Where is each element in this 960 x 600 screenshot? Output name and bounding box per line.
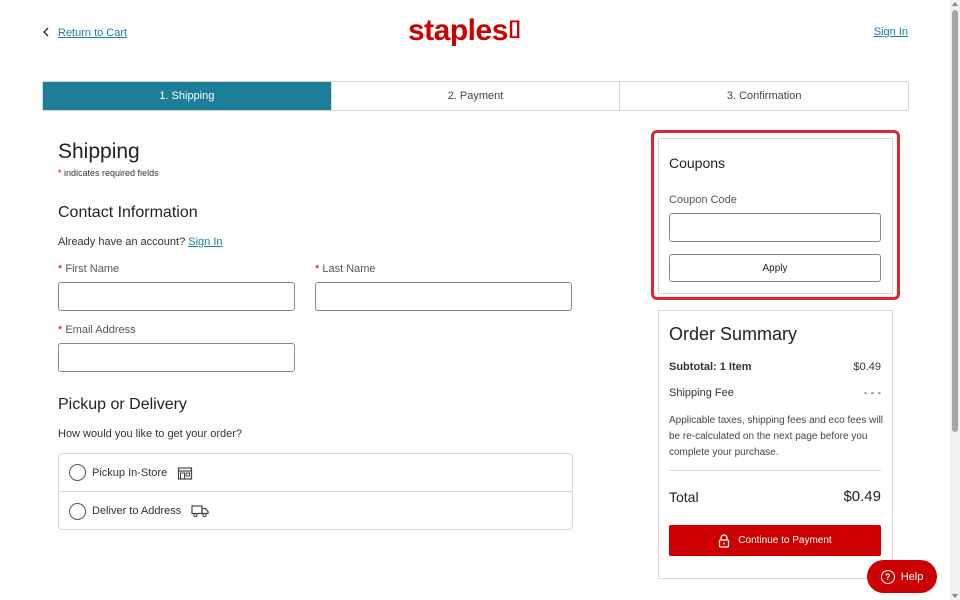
return-to-cart-link[interactable]: Return to Cart [58,27,127,39]
order-summary-title: Order Summary [669,324,798,344]
scroll-down-arrow-icon[interactable] [952,594,958,598]
account-sign-in-link[interactable]: Sign In [188,236,222,248]
required-note-text: indicates required fields [61,168,159,178]
truck-icon [191,505,209,518]
continue-label: Continue to Payment [738,535,832,546]
shipping-fee-value: - - - [863,387,881,399]
deliver-label: Deliver to Address [92,505,182,517]
scroll-thumb[interactable] [952,10,958,432]
required-note: * indicates required fields [58,168,159,178]
subtotal-label: Subtotal: 1 Item [669,361,752,373]
total-value: $0.49 [843,488,881,505]
last-name-star: * [315,263,320,275]
pickup-label: Pickup In-Store [92,466,168,479]
coupon-code-input[interactable] [669,213,881,242]
account-prompt-text: Already have an account? [58,236,186,248]
contact-info-heading: Contact Information [58,204,198,221]
last-name-label-text: Last Name [322,263,376,275]
first-name-star: * [58,263,63,275]
summary-divider [669,470,881,471]
store-icon [178,466,193,480]
shipping-fee-label: Shipping Fee [669,387,734,399]
help-icon: ? [880,569,895,584]
last-name-label: * Last Name [315,263,376,275]
logo-bracket: [] [508,18,521,38]
email-label-text: Email Address [65,324,136,336]
option-pickup-in-store[interactable]: Pickup In-Store [59,454,572,492]
logo-text: staples [408,14,508,47]
email-star: * [58,324,63,336]
page-title: Shipping [58,140,140,163]
apply-coupon-button[interactable]: Apply [669,254,881,282]
step-confirmation: 3. Confirmation [620,82,909,110]
scroll-up-arrow-icon[interactable] [952,2,958,6]
lock-icon [719,533,730,548]
first-name-label-text: First Name [65,263,120,275]
last-name-input[interactable] [315,282,572,311]
account-prompt: Already have an account? Sign In [58,236,223,248]
help-label: Help [900,570,924,583]
help-button[interactable]: ? Help [867,560,937,593]
scrollbar[interactable] [950,0,960,600]
step-shipping: 1. Shipping [43,82,332,110]
staples-logo[interactable]: staples [] [408,14,520,48]
checkout-steps: 1. Shipping 2. Payment 3. Confirmation [42,81,909,111]
total-label: Total [669,489,699,505]
step-payment: 2. Payment [331,82,621,110]
sign-in-link[interactable]: Sign In [874,26,908,38]
subtotal-value: $0.49 [853,361,881,373]
coupons-title: Coupons [669,155,726,171]
return-to-cart[interactable]: Return to Cart [42,26,127,40]
first-name-label: * First Name [58,263,119,275]
first-name-input[interactable] [58,282,295,311]
option-deliver-to-address[interactable]: Deliver to Address [59,492,572,530]
pickup-delivery-heading: Pickup or Delivery [58,396,187,413]
email-input[interactable] [58,343,295,372]
continue-to-payment-button[interactable]: Continue to Payment [669,525,881,556]
deliver-radio[interactable] [69,502,86,520]
tax-note: Applicable taxes, shipping fees and eco … [669,415,884,458]
delivery-options: Pickup In-Store Deliver to Address [58,453,573,530]
email-label: * Email Address [58,324,136,336]
pickup-radio[interactable] [69,464,86,481]
delivery-question: How would you like to get your order? [58,428,243,440]
coupon-code-label: Coupon Code [669,194,737,206]
chevron-left-icon [42,26,50,40]
